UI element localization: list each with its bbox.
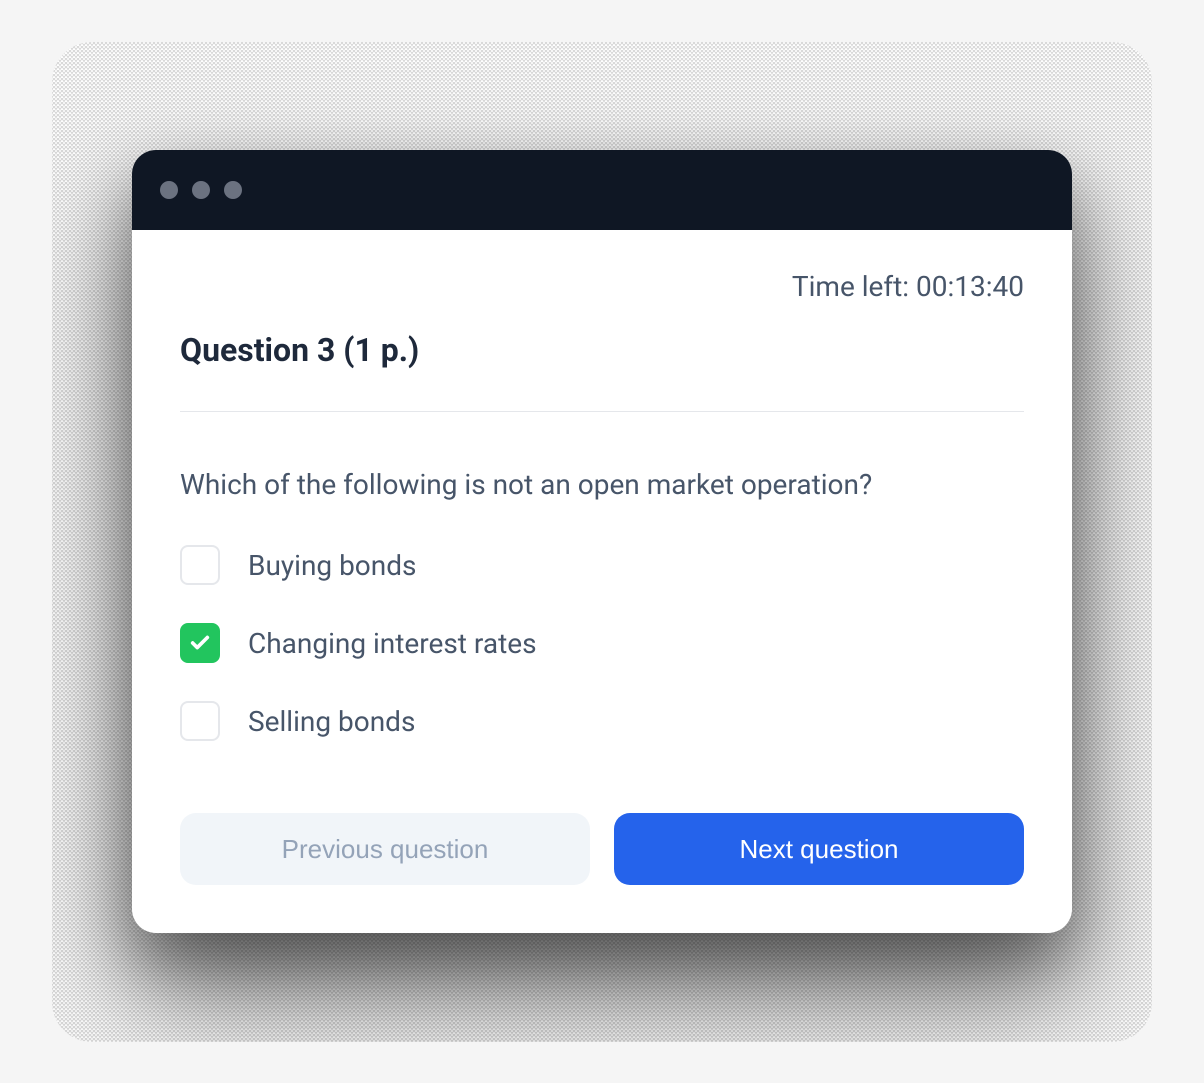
check-icon [189, 632, 211, 654]
question-text: Which of the following is not an open ma… [180, 468, 1024, 501]
traffic-light-close-icon[interactable] [160, 181, 178, 199]
outer-frame: Time left: 00:13:40 Question 3 (1 p.) Wh… [52, 42, 1152, 1042]
answer-label: Buying bonds [248, 549, 416, 582]
app-window: Time left: 00:13:40 Question 3 (1 p.) Wh… [132, 150, 1072, 933]
traffic-light-minimize-icon[interactable] [192, 181, 210, 199]
timer-row: Time left: 00:13:40 [180, 270, 1024, 303]
time-left-label: Time left: 00:13:40 [792, 270, 1024, 303]
question-header: Question 3 (1 p.) [180, 331, 1024, 369]
answer-label: Selling bonds [248, 705, 415, 738]
previous-question-button[interactable]: Previous question [180, 813, 590, 885]
button-row: Previous question Next question [180, 813, 1024, 885]
answer-label: Changing interest rates [248, 627, 537, 660]
checkbox[interactable] [180, 623, 220, 663]
divider [180, 411, 1024, 412]
window-titlebar [132, 150, 1072, 230]
answers-list: Buying bonds Changing interest rates Sel… [180, 545, 1024, 741]
answer-option[interactable]: Buying bonds [180, 545, 1024, 585]
answer-option[interactable]: Selling bonds [180, 701, 1024, 741]
answer-option[interactable]: Changing interest rates [180, 623, 1024, 663]
checkbox[interactable] [180, 545, 220, 585]
traffic-light-maximize-icon[interactable] [224, 181, 242, 199]
window-content: Time left: 00:13:40 Question 3 (1 p.) Wh… [132, 230, 1072, 933]
next-question-button[interactable]: Next question [614, 813, 1024, 885]
checkbox[interactable] [180, 701, 220, 741]
